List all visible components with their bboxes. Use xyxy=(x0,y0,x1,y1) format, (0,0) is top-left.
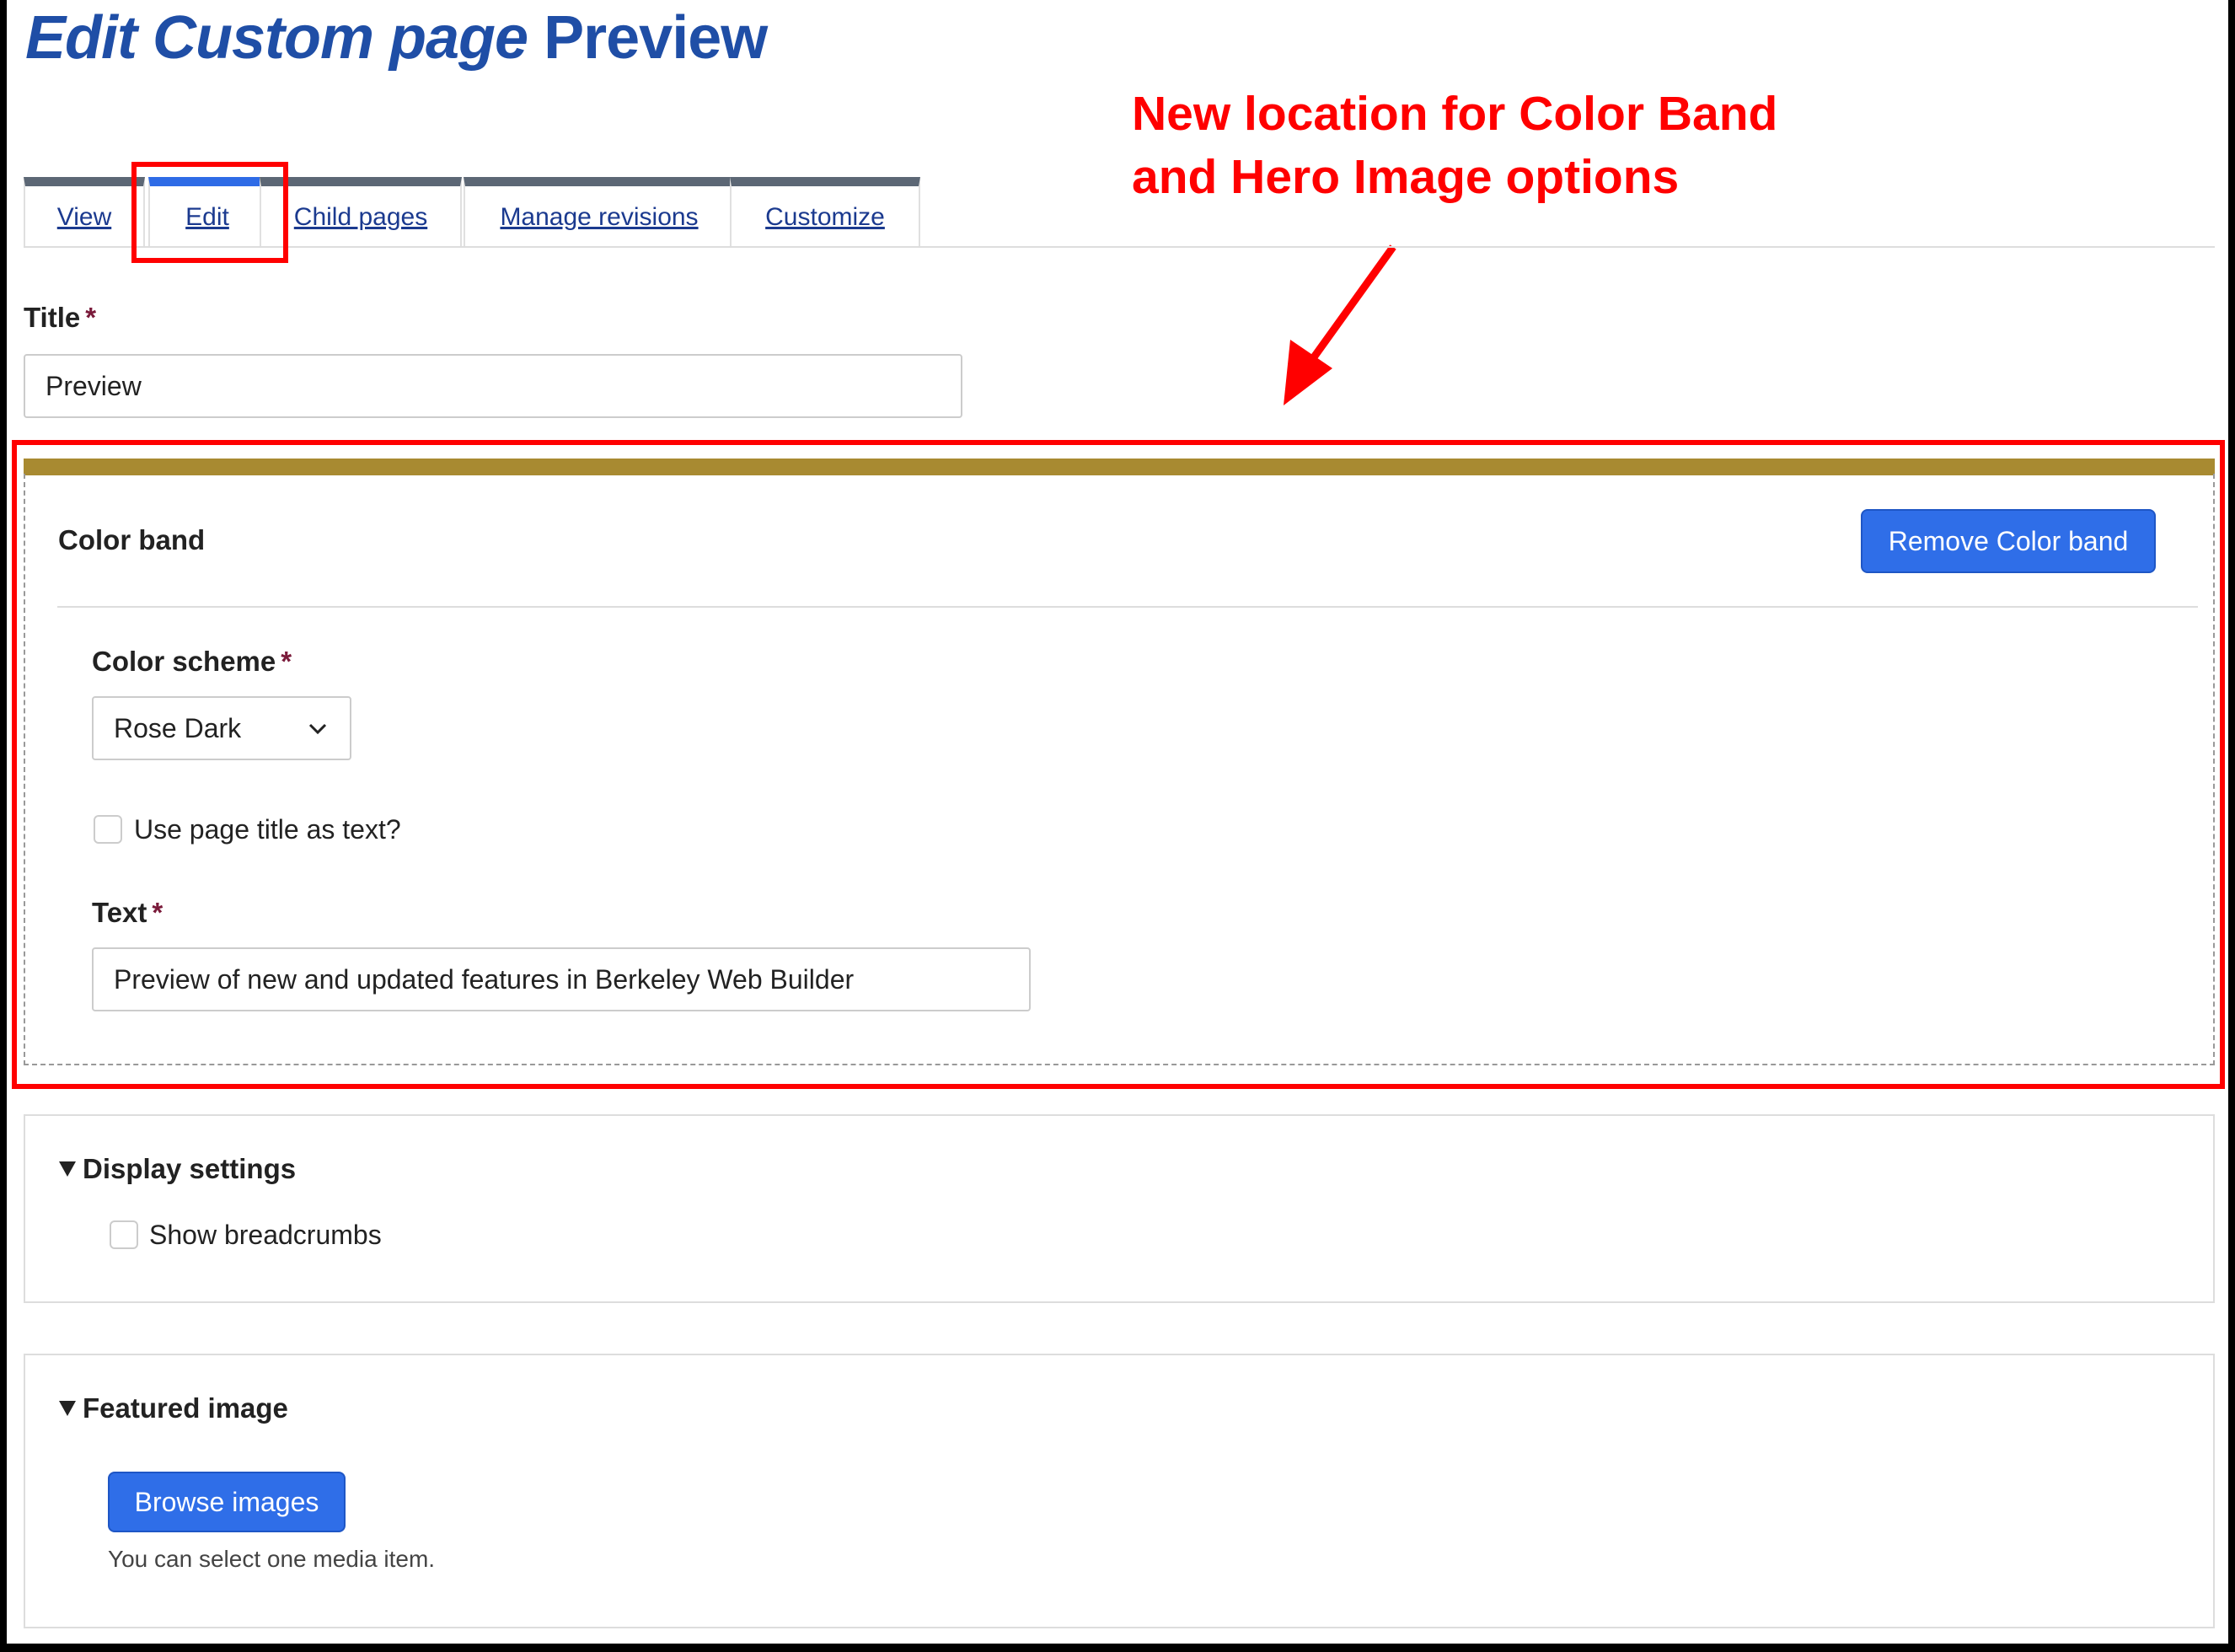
tab-divider xyxy=(24,246,2215,248)
title-input[interactable]: Preview xyxy=(24,354,962,418)
tab-manage-revisions-label: Manage revisions xyxy=(500,202,699,231)
triangle-down-icon xyxy=(59,1161,76,1177)
arrow-icon xyxy=(1284,244,1396,405)
featured-image-help: You can select one media item. xyxy=(108,1546,436,1572)
tab-manage-revisions[interactable]: Manage revisions xyxy=(464,177,735,248)
featured-image-panel xyxy=(24,1354,2215,1628)
browse-images-button[interactable]: Browse images xyxy=(108,1472,346,1532)
tab-child-pages-label: Child pages xyxy=(293,202,428,231)
page-title-name: Preview xyxy=(544,4,768,72)
display-settings-summary[interactable]: Display settings xyxy=(59,1153,296,1185)
page-title: Edit Custom page Preview xyxy=(25,3,768,72)
title-label: Title * xyxy=(24,302,96,334)
tab-view-label: View xyxy=(56,202,112,231)
triangle-down-icon xyxy=(59,1401,76,1416)
annotation-line-2: and Hero Image options xyxy=(1132,150,1680,204)
tab-child-pages[interactable]: Child pages xyxy=(260,177,462,248)
show-breadcrumbs-label: Show breadcrumbs xyxy=(149,1220,382,1250)
annotation-callout: New location for Color Band and Hero Ima… xyxy=(1132,83,1777,209)
show-breadcrumbs-checkbox[interactable] xyxy=(110,1220,138,1249)
display-settings-panel xyxy=(24,1114,2215,1303)
display-settings-summary-label: Display settings xyxy=(83,1153,297,1184)
color-band-highlight xyxy=(12,440,2225,1089)
page-title-prefix: Edit Custom page xyxy=(25,4,528,72)
title-required-mark: * xyxy=(85,302,97,333)
screenshot-frame: Edit Custom page Preview New location fo… xyxy=(7,0,2228,1644)
title-label-text: Title xyxy=(24,302,81,333)
annotation-line-1: New location for Color Band xyxy=(1132,87,1778,141)
featured-image-summary-label: Featured image xyxy=(83,1392,288,1424)
tab-view[interactable]: View xyxy=(24,177,145,248)
tab-customize[interactable]: Customize xyxy=(730,177,920,248)
featured-image-summary[interactable]: Featured image xyxy=(59,1392,288,1424)
tab-customize-label: Customize xyxy=(765,202,885,231)
edit-tab-highlight xyxy=(131,162,288,263)
